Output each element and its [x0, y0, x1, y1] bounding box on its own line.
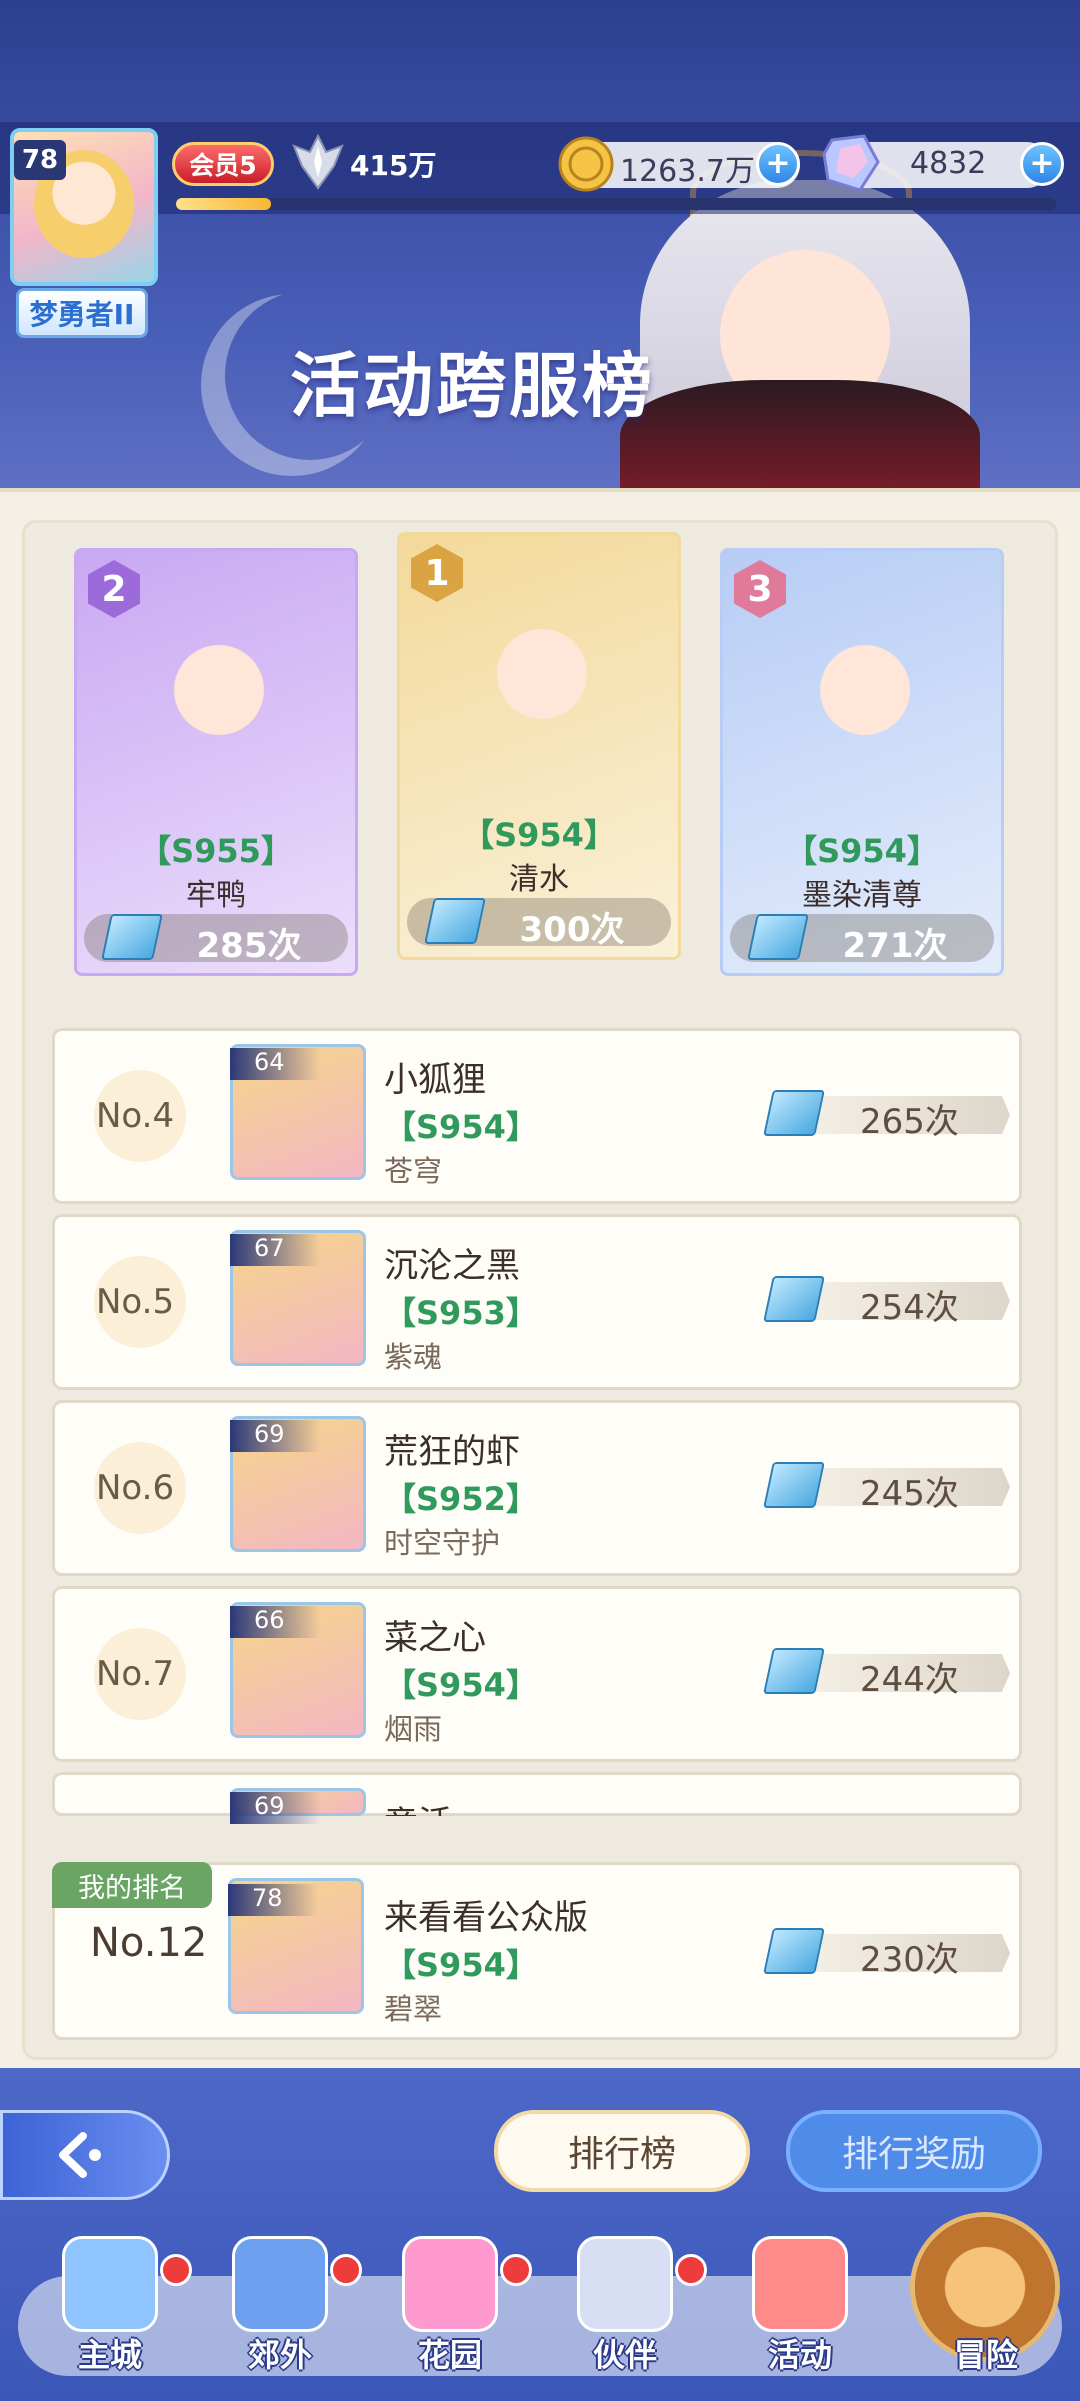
book-icon — [101, 914, 163, 960]
count-value: 265次 — [860, 1102, 959, 1142]
nav-label[interactable]: 主城 — [30, 2330, 190, 2376]
podium-count: 271次 — [842, 926, 948, 966]
book-icon — [747, 914, 809, 960]
rank-number: No.4 — [96, 1096, 175, 1136]
rank-reward-button[interactable]: 排行奖励 — [786, 2110, 1042, 2192]
player-level: 69 — [230, 1420, 320, 1452]
player-name: 菜之心 — [384, 1618, 486, 1658]
notification-dot — [675, 2254, 707, 2286]
book-icon — [763, 1462, 825, 1508]
nav-label[interactable]: 郊外 — [200, 2330, 360, 2376]
nav-label[interactable]: 活动 — [720, 2330, 880, 2376]
notification-dot — [330, 2254, 362, 2286]
podium-player-name: 清水 — [509, 862, 569, 897]
player-level: 78 — [14, 140, 66, 180]
podium-player-name: 墨染清尊 — [802, 878, 922, 913]
book-icon — [763, 1276, 825, 1322]
leaderboard-button[interactable]: 排行榜 — [494, 2110, 750, 2192]
nav-label[interactable]: 冒险 — [906, 2330, 1066, 2376]
banner-character-dress — [620, 380, 980, 490]
nav-label[interactable]: 伙伴 — [545, 2330, 705, 2376]
player-name: 沉沦之黑 — [384, 1246, 520, 1286]
count-value: 244次 — [860, 1660, 959, 1700]
player-level: 64 — [230, 1048, 320, 1080]
player-name: 竟活 — [384, 1796, 452, 1816]
castle-icon — [62, 2236, 158, 2332]
exp-bar-fill — [176, 198, 272, 210]
heart-icon — [402, 2236, 498, 2332]
podium-character — [467, 572, 617, 742]
magic-circle-icon — [232, 2236, 328, 2332]
player-level: 69 — [230, 1792, 320, 1824]
player-guild: 时空守护 — [384, 1526, 501, 1560]
player-level: 67 — [230, 1234, 320, 1266]
player-level: 66 — [230, 1606, 320, 1638]
player-guild: 紫魂 — [384, 1340, 443, 1374]
book-icon — [424, 898, 486, 944]
add-gold-button[interactable]: + — [756, 142, 800, 186]
player-guild: 苍穹 — [384, 1154, 443, 1188]
book-icon — [763, 1928, 825, 1974]
player-server: 【S953】 — [384, 1294, 538, 1332]
my-name: 来看看公众版 — [384, 1898, 588, 1938]
page-title: 活动跨服榜 — [290, 345, 655, 427]
add-gem-button[interactable]: + — [1020, 142, 1064, 186]
my-rank-number: No.12 — [90, 1920, 208, 1966]
player-name: 荒狂的虾 — [384, 1432, 520, 1472]
gem-value: 4832 — [910, 146, 987, 181]
podium-character — [144, 588, 294, 758]
gift-icon — [752, 2236, 848, 2332]
podium-count: 285次 — [196, 926, 302, 966]
my-count: 230次 — [860, 1940, 959, 1980]
ranking-row[interactable] — [52, 1772, 1022, 1816]
notification-dot — [500, 2254, 532, 2286]
podium-count: 300次 — [519, 910, 625, 950]
exp-bar — [176, 198, 1056, 210]
podium-player-name: 牢鸭 — [186, 878, 246, 913]
book-icon — [763, 1090, 825, 1136]
rank-number: No.7 — [96, 1654, 175, 1694]
player-server: 【S954】 — [384, 1108, 538, 1146]
gold-coin-icon — [558, 136, 614, 192]
podium-character — [790, 588, 940, 758]
gem-icon — [822, 134, 880, 192]
gold-value: 1263.7万 — [620, 154, 755, 189]
count-value: 245次 — [860, 1474, 959, 1514]
count-value: 254次 — [860, 1288, 959, 1328]
power-value: 415万 — [350, 149, 437, 182]
rank-number: No.5 — [96, 1282, 175, 1322]
my-level: 78 — [228, 1884, 318, 1916]
nav-label[interactable]: 花园 — [370, 2330, 530, 2376]
book-icon — [763, 1648, 825, 1694]
podium-server: 【S954】 — [462, 816, 616, 854]
podium-server: 【S954】 — [785, 832, 939, 870]
vip-badge[interactable]: 会员5 — [172, 142, 274, 186]
player-server: 【S952】 — [384, 1480, 538, 1518]
back-button[interactable] — [0, 2110, 170, 2200]
my-rank-tag: 我的排名 — [52, 1862, 212, 1908]
my-server: 【S954】 — [384, 1946, 538, 1984]
notification-dot — [160, 2254, 192, 2286]
player-title-badge[interactable]: 梦勇者II — [16, 288, 148, 338]
podium-server: 【S955】 — [139, 832, 293, 870]
partner-icon — [577, 2236, 673, 2332]
rank-number: No.6 — [96, 1468, 175, 1508]
player-name: 小狐狸 — [384, 1060, 486, 1100]
my-guild: 碧翠 — [384, 1992, 443, 2026]
back-arrow-icon — [59, 2132, 101, 2178]
power-crest-icon — [292, 133, 344, 190]
player-server: 【S954】 — [384, 1666, 538, 1704]
player-guild: 烟雨 — [384, 1712, 443, 1746]
